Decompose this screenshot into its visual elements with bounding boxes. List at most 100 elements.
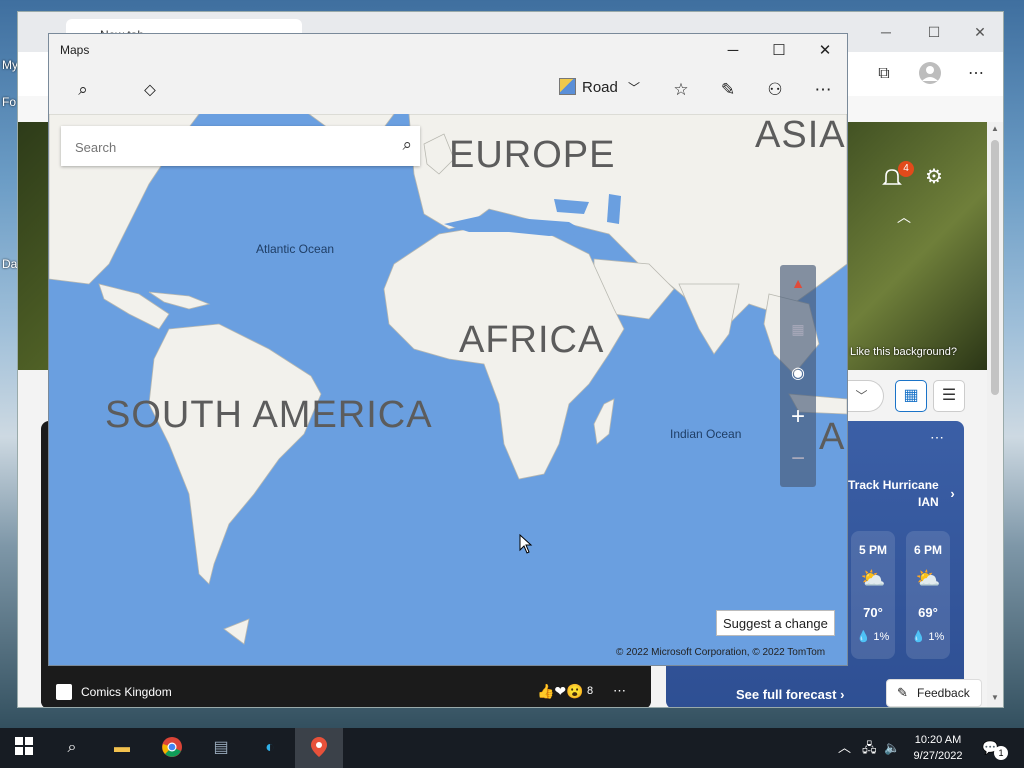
network-app-icon[interactable]: ▤ xyxy=(197,728,245,768)
partly-sunny-icon: ⛅ xyxy=(860,568,886,590)
hourly-forecast-6pm: 6 PM ⛅ 69° 💧 1% xyxy=(906,531,950,659)
ocean-label-atlantic: Atlantic Ocean xyxy=(256,242,335,256)
favorites-icon[interactable]: ☆ xyxy=(669,78,693,102)
maps-close-button[interactable]: ✕ xyxy=(814,40,836,62)
desktop-icon-label[interactable]: Da xyxy=(2,257,17,271)
ocean-label-indian: Indian Ocean xyxy=(670,427,742,441)
my-location-icon[interactable]: ◉ xyxy=(780,363,816,383)
profile-avatar[interactable] xyxy=(918,62,942,86)
continent-label-australia-partial: AU xyxy=(819,416,847,458)
more-options-icon[interactable]: ⋯ xyxy=(964,62,988,86)
maps-minimize-button[interactable]: ─ xyxy=(722,40,744,62)
browser-close-button[interactable]: ✕ xyxy=(970,22,990,42)
map-search-box[interactable]: ⌕ xyxy=(61,126,420,168)
continent-label-asia: ASIA xyxy=(755,114,846,156)
page-scrollbar[interactable]: ▲ ▼ xyxy=(987,122,1003,707)
chevron-up-icon[interactable]: ︿ xyxy=(897,207,911,227)
maps-window: Maps ─ ☐ ✕ ⌕ ⬦ Road ﹀ ☆ ✎ ⚇ ⋯ Search ⌕ E… xyxy=(48,33,848,666)
scroll-down-arrow-icon[interactable]: ▼ xyxy=(987,693,1003,707)
hour-temp: 69° xyxy=(918,605,938,620)
road-map-icon xyxy=(559,78,576,95)
taskbar-clock[interactable]: 10:20 AM 9/27/2022 xyxy=(906,732,970,764)
clock-date: 9/27/2022 xyxy=(913,750,963,762)
list-view-button[interactable]: ☰ xyxy=(933,380,965,412)
comics-card-footer: Comics Kingdom 👍❤😮 8 ⋯ xyxy=(41,675,651,707)
browser-maximize-button[interactable]: ☐ xyxy=(924,22,944,42)
map-zoom-control-panel: ▲ ▦ ◉ + − xyxy=(780,265,816,487)
chevron-right-icon: › xyxy=(840,687,845,702)
maps-command-bar: ⌕ ⬦ Road ﹀ ☆ ✎ ⚇ ⋯ xyxy=(49,67,847,146)
track-hurricane-line1: Track Hurricane xyxy=(848,478,939,492)
world-map-landmass xyxy=(49,114,847,645)
suggest-change-button[interactable]: Suggest a change xyxy=(716,610,835,636)
continent-label-africa: AFRICA xyxy=(459,319,605,361)
settings-gear-icon[interactable]: ⚙ xyxy=(922,164,946,188)
partly-sunny-icon: ⛅ xyxy=(915,568,941,590)
maps-maximize-button[interactable]: ☐ xyxy=(768,40,790,62)
card-more-icon[interactable]: ⋯ xyxy=(613,683,626,699)
desktop-icon-label[interactable]: My xyxy=(2,58,18,72)
chevron-down-icon: ﹀ xyxy=(628,81,641,95)
see-full-forecast-link[interactable]: See full forecast › xyxy=(736,687,844,702)
feedback-button[interactable]: ✎ Feedback xyxy=(886,679,982,707)
zoom-in-button[interactable]: + xyxy=(780,403,816,431)
reactions-icon[interactable]: 👍❤😮 xyxy=(537,683,584,700)
zoom-out-button[interactable]: − xyxy=(780,445,816,473)
more-options-icon[interactable]: ⋯ xyxy=(811,78,835,102)
tilt-grid-icon[interactable]: ▦ xyxy=(780,321,816,338)
hour-precip: 💧 1% xyxy=(911,631,945,643)
map-search-input[interactable] xyxy=(73,126,377,168)
map-canvas[interactable]: ⌕ EUROPE ASIA AFRICA SOUTH AMERICA AU At… xyxy=(49,114,847,665)
hour-time: 6 PM xyxy=(913,543,942,557)
feedback-label: Feedback xyxy=(917,686,970,700)
maps-window-title: Maps xyxy=(60,43,90,57)
clock-time: 10:20 AM xyxy=(914,734,962,746)
weather-more-icon[interactable]: ⋯ xyxy=(930,429,944,446)
reaction-count: 8 xyxy=(587,685,594,697)
comics-source-logo xyxy=(56,684,72,700)
collections-icon[interactable]: ⧉ xyxy=(872,62,896,86)
feedback-icon: ✎ xyxy=(897,685,908,700)
maps-taskbar-icon[interactable] xyxy=(295,728,343,768)
continent-label-south-america: SOUTH AMERICA xyxy=(105,394,433,436)
background-prompt[interactable]: Like this background? xyxy=(850,346,957,358)
raindrop-icon: 💧 xyxy=(856,631,871,643)
hour-temp: 70° xyxy=(863,605,883,620)
raindrop-icon: 💧 xyxy=(911,631,926,643)
map-style-selector[interactable]: Road ﹀ xyxy=(559,78,640,102)
volume-icon[interactable]: 🔈 xyxy=(884,728,900,768)
directions-icon[interactable]: ⬦ xyxy=(138,78,162,102)
edge-icon[interactable]: ◐ xyxy=(246,728,294,768)
scrollbar-thumb[interactable] xyxy=(991,140,999,395)
track-hurricane-link[interactable]: Track Hurricane IAN › xyxy=(848,477,955,511)
start-windows-icon[interactable] xyxy=(0,728,48,768)
sign-in-account-icon[interactable]: ⚇ xyxy=(763,78,787,102)
search-icon[interactable]: ⌕ xyxy=(48,728,96,768)
ink-pen-icon[interactable]: ✎ xyxy=(716,78,740,102)
show-hidden-icons-chevron-icon[interactable]: ︿ xyxy=(838,728,851,768)
action-center-badge: 1 xyxy=(994,746,1008,760)
network-icon[interactable]: 🖧 xyxy=(862,728,877,768)
grid-view-button[interactable]: ▦ xyxy=(895,380,927,412)
file-explorer-icon[interactable]: ▬ xyxy=(98,728,146,768)
notification-badge: 4 xyxy=(898,161,914,177)
taskbar: ⌕ ▬ ▤ ◐ ︿ 🖧 🔈 10:20 AM 9/27/2022 💬 1 xyxy=(0,728,1024,768)
map-style-label: Road xyxy=(582,79,618,96)
maps-titlebar[interactable]: Maps ─ ☐ ✕ xyxy=(49,34,847,67)
hour-precip: 💧 1% xyxy=(856,631,890,643)
search-tab-icon[interactable]: ⌕ xyxy=(71,78,95,102)
hourly-forecast-5pm: 5 PM ⛅ 70° 💧 1% xyxy=(851,531,895,659)
continent-label-europe: EUROPE xyxy=(449,134,616,176)
browser-minimize-button[interactable]: ─ xyxy=(876,22,896,42)
scroll-up-arrow-icon[interactable]: ▲ xyxy=(987,124,1003,138)
hour-time: 5 PM xyxy=(858,543,887,557)
compass-icon[interactable]: ▲ xyxy=(780,275,816,291)
chrome-icon[interactable] xyxy=(148,728,196,768)
comics-source-label: Comics Kingdom xyxy=(81,685,172,699)
track-hurricane-line2: IAN xyxy=(918,495,939,509)
search-icon[interactable]: ⌕ xyxy=(402,135,412,155)
chevron-right-icon: › xyxy=(950,486,955,501)
mouse-cursor-icon xyxy=(519,533,533,557)
desktop-icon-label[interactable]: Fo xyxy=(2,95,16,109)
map-copyright: © 2022 Microsoft Corporation, © 2022 Tom… xyxy=(616,647,826,658)
